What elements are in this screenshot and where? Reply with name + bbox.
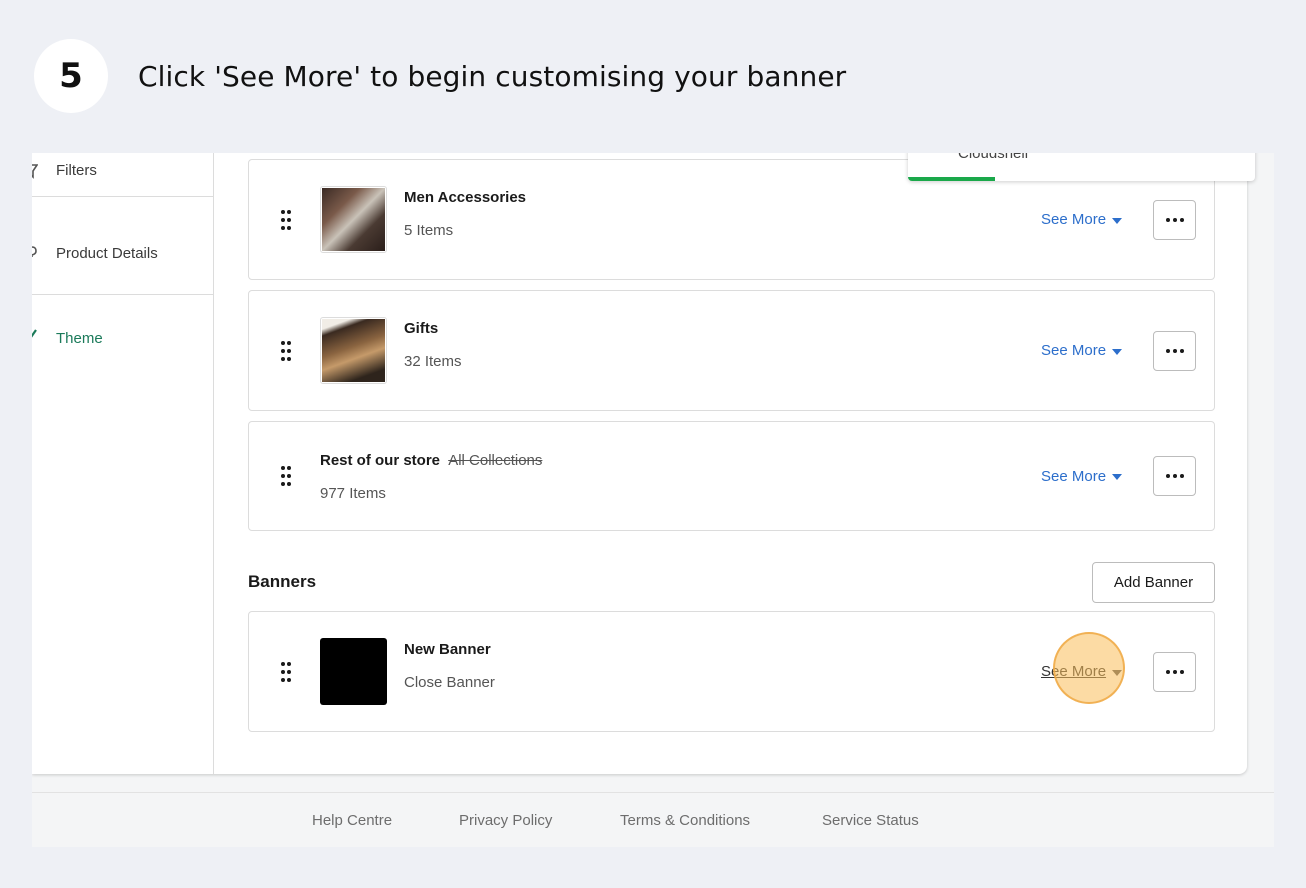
see-more-label: See More xyxy=(1041,211,1107,228)
more-actions-button[interactable] xyxy=(1153,651,1196,692)
more-actions-button[interactable] xyxy=(1153,330,1196,371)
caret-down-icon xyxy=(1112,348,1123,355)
step-instruction: Click 'See More' to begin customising yo… xyxy=(138,60,847,93)
collection-title: Gifts xyxy=(404,320,439,337)
drag-handle-icon[interactable] xyxy=(281,209,293,230)
collection-row-gifts: Gifts 32 Items See More xyxy=(248,290,1215,411)
footer-link-service-status[interactable]: Service Status xyxy=(822,812,919,829)
see-more-label: See More xyxy=(1041,663,1107,680)
banners-section-title: Banners xyxy=(248,572,317,591)
banner-row-new-banner: New Banner Close Banner See More xyxy=(248,611,1215,732)
app-screenshot-frame: Filters Product Details Theme Men Access… xyxy=(32,153,1274,847)
check-icon: ✔ xyxy=(930,153,940,157)
step-number-badge: 5 xyxy=(34,39,108,113)
sidebar-item-label: Product Details xyxy=(56,245,158,262)
toast-label: Cloudshell xyxy=(958,153,1029,162)
filter-icon xyxy=(32,163,40,179)
drag-handle-icon[interactable] xyxy=(281,340,293,361)
collection-original-name: All Collections xyxy=(448,452,543,469)
cloudshell-toast: ✔ Cloudshell xyxy=(908,153,1255,181)
footer-link-privacy-policy[interactable]: Privacy Policy xyxy=(459,812,552,829)
caret-down-icon xyxy=(1112,217,1123,224)
drag-handle-icon[interactable] xyxy=(281,466,293,486)
see-more-button[interactable]: See More xyxy=(1041,662,1123,682)
help-icon xyxy=(32,246,40,262)
banner-subtitle: Close Banner xyxy=(404,674,495,691)
collection-title: Rest of our store All Collections xyxy=(320,452,542,469)
toast-progress-bar xyxy=(908,177,995,181)
collection-count: 977 Items xyxy=(320,485,386,502)
sidebar-item-filters[interactable]: Filters xyxy=(32,153,213,197)
collection-title-text: Rest of our store xyxy=(320,452,441,469)
caret-down-icon xyxy=(1112,669,1123,676)
sidebar-item-label: Filters xyxy=(56,162,97,179)
collection-thumbnail xyxy=(320,186,387,253)
footer-link-help-centre[interactable]: Help Centre xyxy=(312,812,392,829)
more-actions-button[interactable] xyxy=(1153,456,1196,496)
add-banner-button[interactable]: Add Banner xyxy=(1092,562,1215,603)
see-more-label: See More xyxy=(1041,467,1107,485)
more-actions-button[interactable] xyxy=(1153,199,1196,240)
see-more-label: See More xyxy=(1041,342,1107,359)
brush-icon xyxy=(32,329,40,345)
step-header: 5 Click 'See More' to begin customising … xyxy=(0,0,1306,150)
collection-row-rest-of-store: Rest of our store All Collections 977 It… xyxy=(248,421,1215,531)
see-more-button[interactable]: See More xyxy=(1041,341,1123,361)
collection-thumbnail xyxy=(320,317,387,384)
drag-handle-icon[interactable] xyxy=(281,661,293,682)
sidebar-item-product-details[interactable]: Product Details xyxy=(32,211,213,295)
app-main-card: Filters Product Details Theme Men Access… xyxy=(32,153,1255,774)
sidebar: Filters Product Details Theme xyxy=(32,153,214,774)
footer: Help Centre Privacy Policy Terms & Condi… xyxy=(32,792,1274,847)
collection-title: Men Accessories xyxy=(404,189,527,206)
banner-title: New Banner xyxy=(404,641,491,658)
collection-count: 32 Items xyxy=(404,353,462,370)
footer-link-terms[interactable]: Terms & Conditions xyxy=(620,812,750,829)
see-more-button[interactable]: See More xyxy=(1041,466,1123,486)
banner-thumbnail xyxy=(320,638,387,705)
collection-count: 5 Items xyxy=(404,222,454,239)
sidebar-item-theme[interactable]: Theme xyxy=(32,295,213,379)
sidebar-item-label: Theme xyxy=(56,330,103,347)
caret-down-icon xyxy=(1112,474,1123,480)
see-more-button[interactable]: See More xyxy=(1041,210,1123,230)
